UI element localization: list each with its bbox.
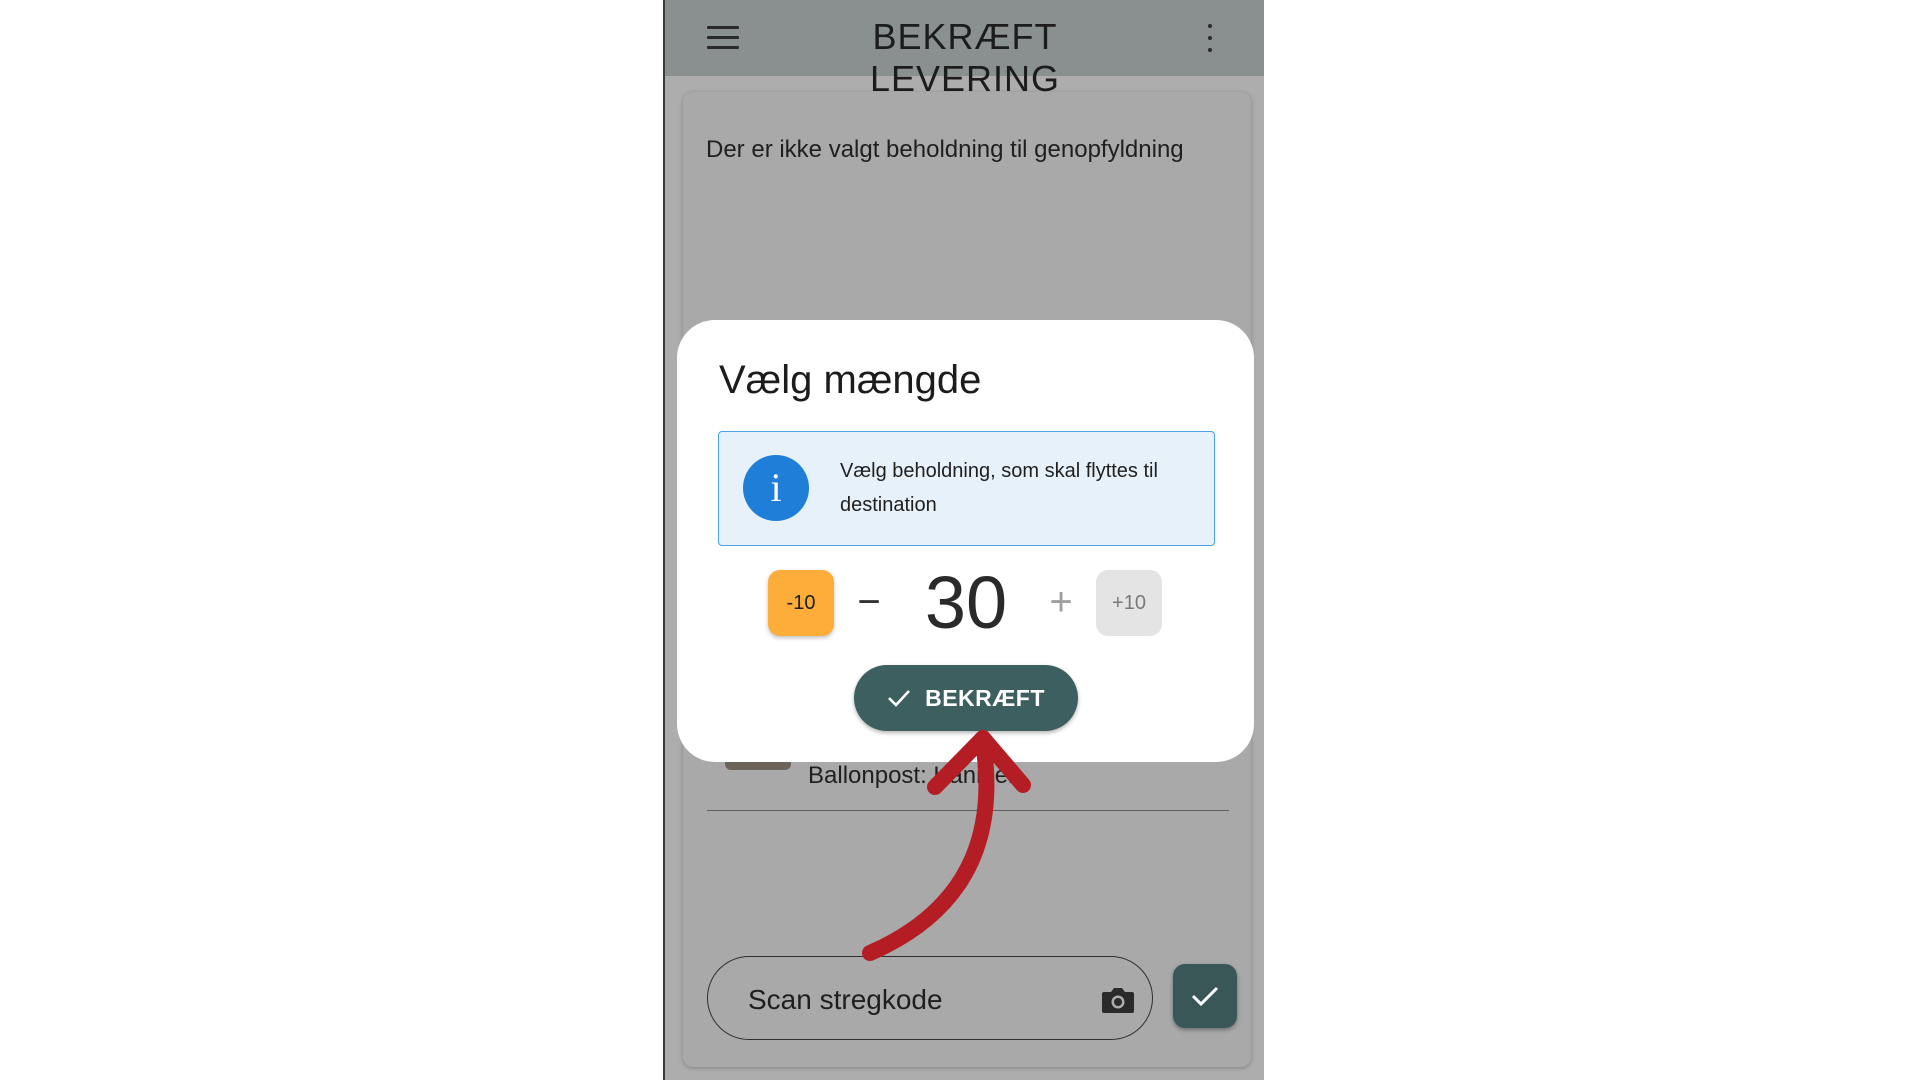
decrement-ten-button[interactable]: -10 xyxy=(768,570,834,636)
info-text: Vælg beholdning, som skal flyttes til de… xyxy=(840,460,1158,516)
check-icon xyxy=(1191,986,1219,1007)
check-icon xyxy=(888,690,911,707)
list-divider xyxy=(707,810,1229,811)
confirm-button[interactable]: BEKRÆFT xyxy=(854,665,1078,731)
hamburger-menu-icon[interactable] xyxy=(707,26,739,50)
page-title: BEKRÆFT LEVERING xyxy=(869,16,1061,99)
info-alert: i Vælg beholdning, som skal flyttes til … xyxy=(718,431,1215,546)
submit-scan-button[interactable] xyxy=(1173,964,1237,1028)
kebab-more-icon[interactable] xyxy=(1205,22,1215,54)
list-item-name[interactable]: Ballonpost: Kaninen xyxy=(808,762,1022,790)
info-icon: i xyxy=(743,455,809,521)
barcode-scan-field[interactable] xyxy=(707,956,1153,1040)
dialog-title: Vælg mængde xyxy=(719,358,982,402)
decrement-button[interactable]: − xyxy=(847,572,891,632)
empty-selection-message: Der er ikke valgt beholdning til genopfy… xyxy=(706,136,1184,163)
increment-button[interactable]: + xyxy=(1039,572,1083,632)
camera-icon[interactable] xyxy=(1100,985,1136,1015)
confirm-button-label: BEKRÆFT xyxy=(925,684,1045,711)
barcode-input[interactable] xyxy=(746,983,1080,1017)
quantity-dialog: Vælg mængde i Vælg beholdning, som skal … xyxy=(677,320,1254,762)
increment-ten-button[interactable]: +10 xyxy=(1096,570,1162,636)
quantity-value: 30 xyxy=(924,561,1008,644)
app-bar: BEKRÆFT LEVERING xyxy=(665,0,1264,99)
